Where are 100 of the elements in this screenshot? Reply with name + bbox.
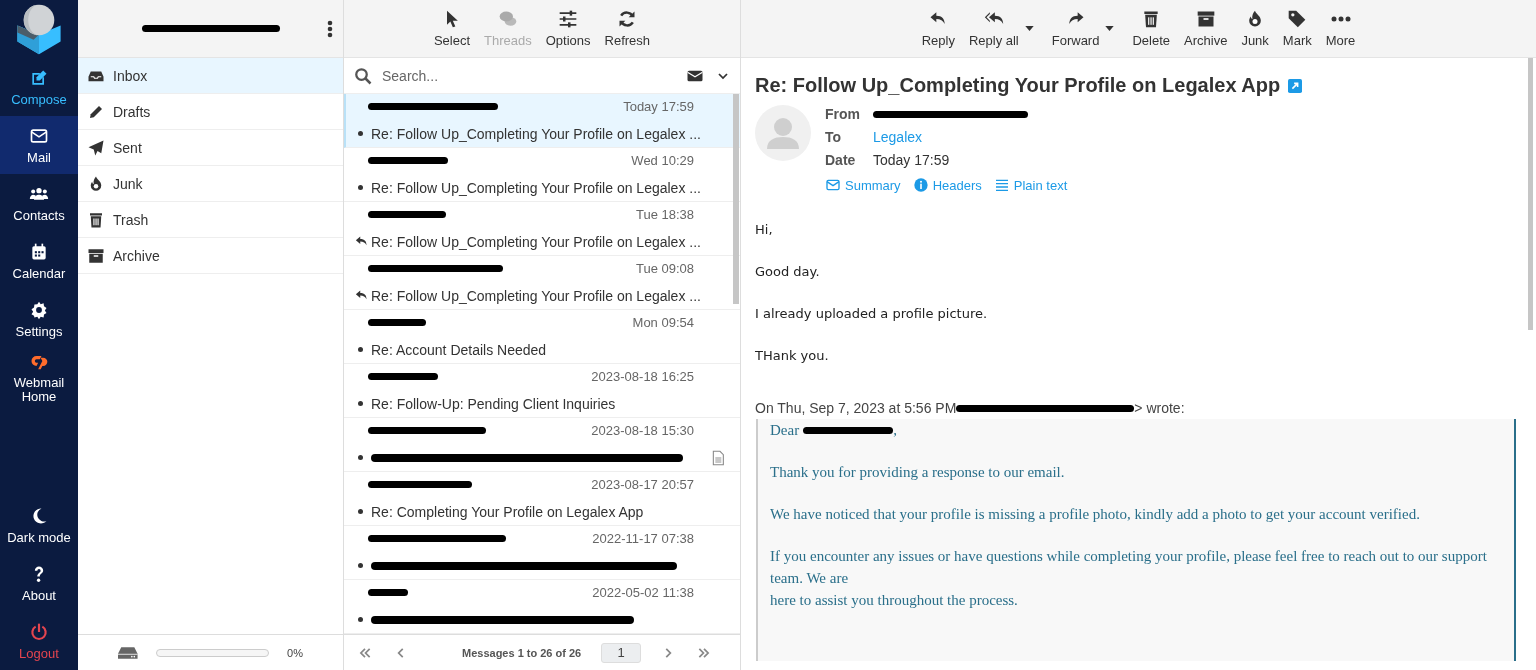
message-date: 2023-08-18 16:25 (591, 369, 694, 384)
refresh-icon (617, 9, 638, 29)
message-date: 2023-08-17 20:57 (591, 477, 694, 492)
speech-bubbles-icon (497, 9, 518, 29)
attribution-text: On Thu, Sep 7, 2023 at 5:56 PM (755, 400, 957, 416)
header-value: Today 17:59 (873, 151, 951, 169)
caret-icon (1024, 26, 1034, 31)
quote-text: If you encounter any issues or have questions while completing your profile, please feel free to reach out to our support team. We are here to assist you throughout the process. (770, 547, 1488, 610)
toolbar-button[interactable]: Archive (1180, 9, 1232, 48)
nav-button[interactable]: Compose (0, 58, 78, 116)
message-date: Wed 10:29 (631, 153, 694, 168)
nav-button[interactable]: Logout (0, 612, 78, 670)
body-text: I already uploaded a profile picture. (755, 305, 989, 322)
more-icon (327, 19, 333, 39)
message-date: Tue 09:08 (635, 261, 694, 276)
lines-icon (993, 177, 1010, 193)
message-subject: Re: Follow Up_Completing Your Profile on Legalex App (755, 74, 1281, 97)
sliders-icon (558, 9, 579, 29)
toolbar-button[interactable]: Select (428, 9, 476, 48)
attribution-text: > wrote: (1134, 400, 1185, 416)
info-icon (912, 177, 929, 193)
message-date: 2023-08-18 15:30 (591, 423, 694, 438)
toolbar-button[interactable]: Reply all (964, 9, 1023, 48)
settings-icon (29, 299, 49, 320)
external-link-icon (1288, 78, 1303, 93)
message-date: 2022-11-17 07:38 (592, 531, 694, 546)
header-label: Date (825, 151, 857, 169)
nav-button[interactable]: Dark mode (0, 496, 78, 554)
nav-button[interactable]: Contacts (0, 174, 78, 232)
toolbar-button[interactable]: Mark (1278, 9, 1316, 48)
folder-item[interactable]: Drafts (78, 94, 343, 130)
message-subject: Re: Follow Up_Completing Your Profile on Legalex ... (371, 125, 701, 142)
last-page-icon (697, 645, 712, 660)
toolbar-button[interactable]: Options (540, 9, 596, 48)
nav-button[interactable]: About (0, 554, 78, 612)
message-date: 2022-05-02 11:38 (592, 585, 694, 600)
folder-item[interactable]: Sent (78, 130, 343, 166)
nav-button[interactable]: Settings (0, 290, 78, 348)
quote-text: Thank you for providing a response to our email. (770, 463, 1066, 482)
header-label: To (825, 128, 843, 146)
body-text: Good day. (755, 263, 821, 280)
message-subject: Re: Follow Up_Completing Your Profile on Legalex ... (371, 287, 701, 304)
message-row[interactable]: Today 17:59 Re: Follow Up_Completing Your Profile on Legalex ... (344, 94, 740, 148)
message-row[interactable]: Mon 09:54 Re: Account Details Needed (344, 310, 740, 364)
search-field[interactable]: Search... (378, 63, 676, 88)
body-text: Hi, (755, 221, 774, 238)
toolbar-button[interactable]: Delete (1128, 9, 1174, 48)
redaction-mark (368, 373, 438, 380)
redaction-mark (368, 319, 426, 326)
quota-reading: 0% (287, 646, 303, 659)
avatar-icon (755, 105, 811, 161)
toolbar-button[interactable]: Forward (1047, 9, 1104, 48)
caret-icon (1105, 26, 1115, 31)
message-date: Today 17:59 (623, 99, 694, 114)
scrollbar[interactable] (1528, 58, 1533, 330)
message-row[interactable]: 2023-08-18 15:30 (344, 418, 740, 472)
power-icon (29, 621, 49, 642)
quote-text: , (893, 421, 897, 440)
toolbar-button[interactable]: Reply (917, 9, 959, 48)
toolbar-button[interactable]: More (1321, 9, 1360, 48)
message-subject: Re: Follow-Up: Pending Client Inquiries (371, 395, 616, 412)
hard-drive-icon (118, 645, 138, 660)
nav-button[interactable]: Mail (0, 116, 78, 174)
toolbar-button[interactable]: Junk (1237, 9, 1273, 48)
message-count: Messages 1 to 26 of 26 (462, 646, 582, 659)
message-row[interactable]: 2022-05-02 11:38 (344, 580, 740, 634)
toolbar-button[interactable]: Refresh (599, 9, 656, 48)
message-subject: Re: Follow Up_Completing Your Profile on Legalex ... (371, 179, 701, 196)
folder-item[interactable]: Junk (78, 166, 343, 202)
open-in-new-window-button[interactable] (1288, 78, 1303, 93)
message-subject: Re: Completing Your Profile on Legalex App (371, 503, 644, 520)
quote-text: Dear (770, 421, 800, 440)
first-page-icon (358, 645, 372, 660)
nav-button[interactable]: Calendar (0, 232, 78, 290)
message-date: Tue 18:38 (635, 207, 694, 222)
calendar-icon (29, 241, 49, 262)
folder-item[interactable]: Archive (78, 238, 343, 274)
folder-item[interactable]: Trash (78, 202, 343, 238)
message-row[interactable]: 2023-08-18 16:25 Re: Follow-Up: Pending Client Inquiries (344, 364, 740, 418)
nav-button[interactable]: Webmail Home (0, 348, 78, 406)
trash-icon (87, 210, 105, 229)
message-date: Mon 09:54 (632, 315, 694, 330)
page-field[interactable]: 1 (601, 642, 642, 663)
envelope-icon (825, 177, 841, 193)
more-icon (1330, 16, 1351, 22)
paper-plane-icon (87, 138, 105, 157)
message-row[interactable]: 2023-08-17 20:57 Re: Completing Your Profile on Legalex App (344, 472, 740, 526)
message-row[interactable]: 2022-11-17 07:38 (344, 526, 740, 580)
message-subject: Re: Account Details Needed (371, 341, 547, 358)
message-subject: Re: Follow Up_Completing Your Profile on Legalex ... (371, 233, 701, 250)
redaction-mark (368, 589, 408, 596)
quote-text: We have noticed that your profile is missing a profile photo, kindly add a photo to get your account verified. (770, 505, 1421, 524)
search-icon (354, 66, 372, 85)
header-label: From (825, 105, 861, 123)
archive-box-icon (87, 246, 105, 265)
folder-item[interactable]: Inbox (78, 58, 343, 94)
body-text: THank you. (755, 347, 830, 364)
scrollbar[interactable] (733, 94, 739, 304)
tag-icon (1287, 9, 1308, 29)
archive-box-icon (1195, 9, 1216, 29)
